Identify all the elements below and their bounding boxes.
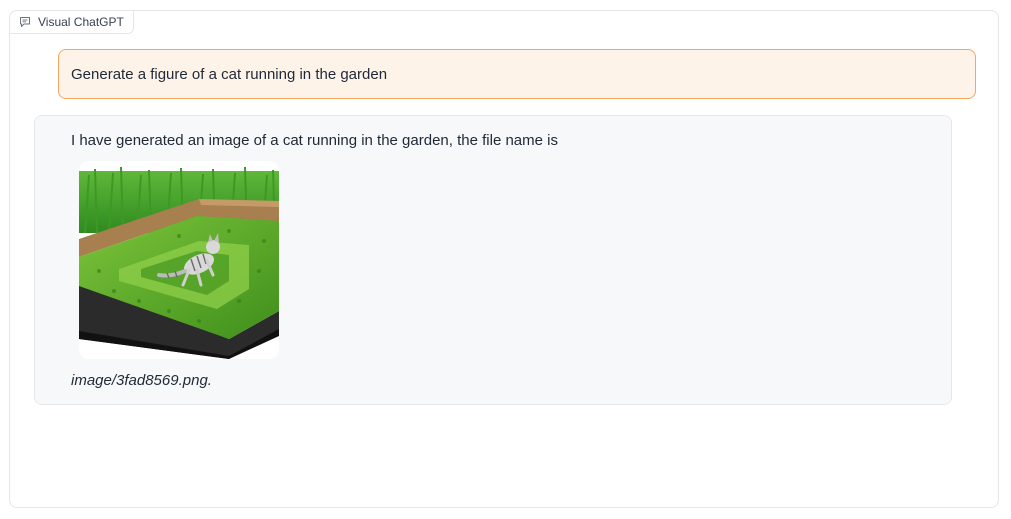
- bot-message: I have generated an image of a cat runni…: [34, 115, 952, 405]
- generated-filename: image/3fad8569.png.: [71, 372, 212, 389]
- panel-label: Visual ChatGPT: [9, 10, 134, 34]
- cat-in-garden-image[interactable]: [79, 161, 279, 359]
- user-message: Generate a figure of a cat running in th…: [58, 49, 976, 99]
- bot-message-text: I have generated an image of a cat runni…: [71, 132, 558, 149]
- user-message-text: Generate a figure of a cat running in th…: [71, 65, 388, 83]
- panel-label-text: Visual ChatGPT: [38, 15, 124, 29]
- chat-icon: [19, 16, 31, 28]
